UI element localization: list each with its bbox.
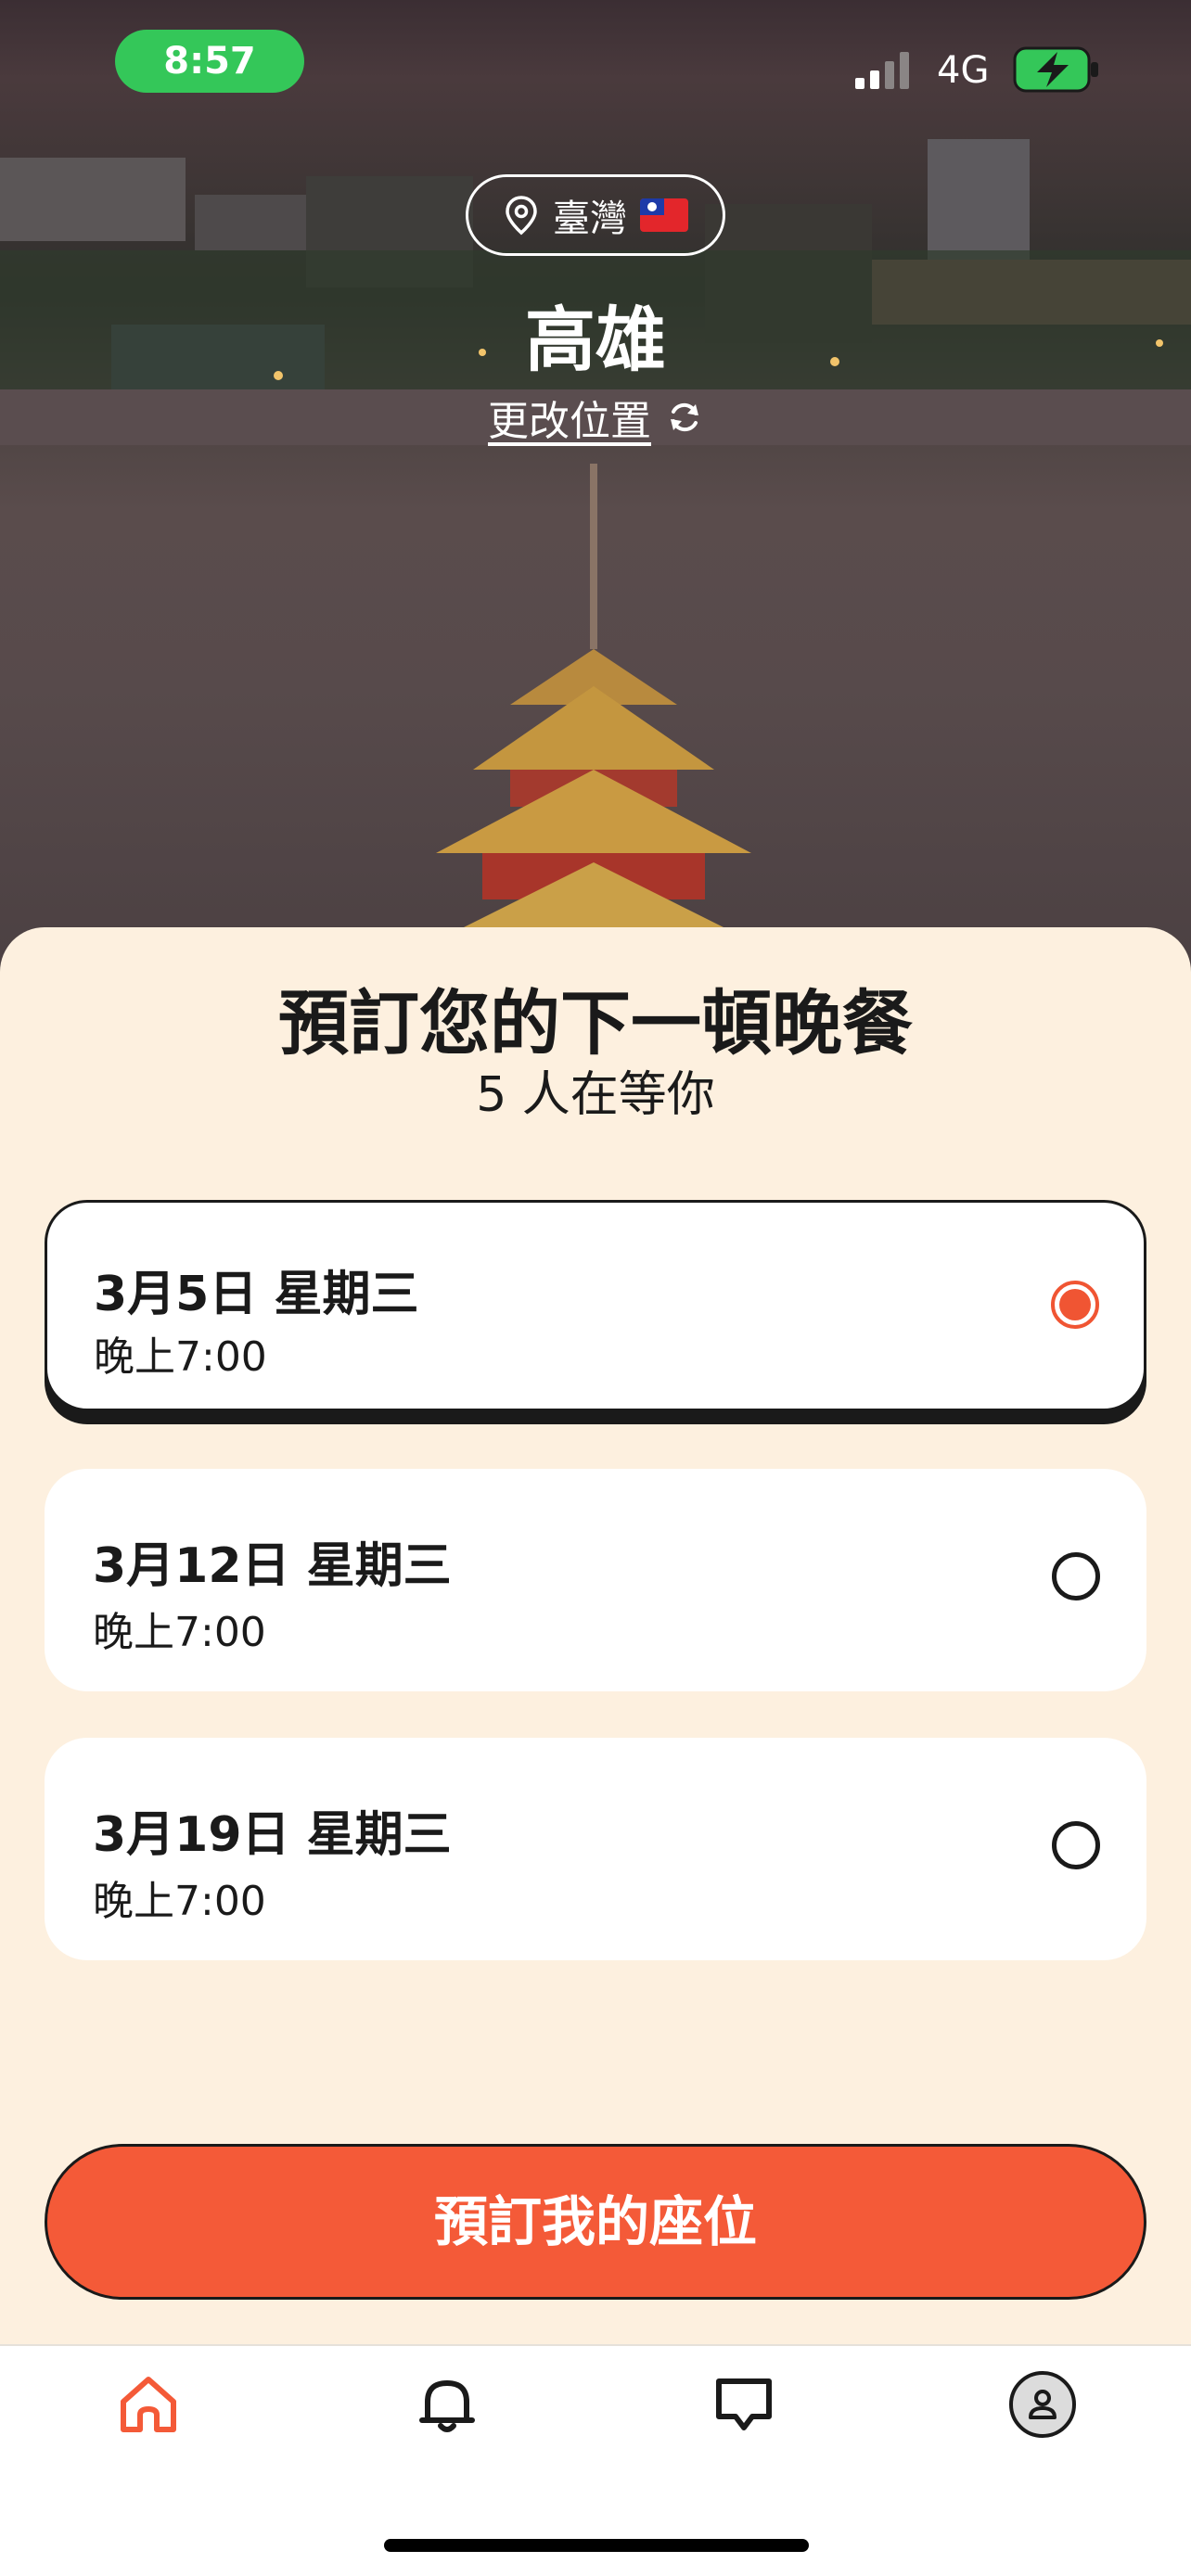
option-time: 晚上7:00 [93,1609,266,1656]
country-label: 臺灣 [553,198,627,240]
date-option[interactable]: 3月19日 星期三 晚上7:00 [45,1738,1146,1960]
change-location-label: 更改位置 [488,398,651,445]
waiting-count: 5 人在等你 [476,1067,715,1123]
location-pin-icon [506,196,537,236]
home-icon [121,2377,176,2432]
taiwan-flag-icon [640,198,688,232]
date-option[interactable]: 3月12日 星期三 晚上7:00 [45,1469,1146,1691]
radio-unselected[interactable] [1052,1552,1100,1600]
option-date: 3月5日 星期三 [94,1267,419,1322]
option-date: 3月19日 星期三 [93,1807,452,1863]
profile-icon [1009,2371,1076,2438]
change-location-link[interactable]: 更改位置 [0,388,1191,447]
status-time: 8:57 [115,30,304,93]
tab-messages[interactable] [688,2363,800,2446]
tab-home[interactable] [93,2363,204,2446]
book-seat-button[interactable]: 預訂我的座位 [45,2144,1146,2300]
radio-selected[interactable] [1051,1281,1099,1329]
radio-dot [1059,1289,1091,1320]
hero-background: 8:57 4G 臺灣 高雄 更改位置 [0,0,1191,983]
option-date: 3月12日 星期三 [93,1538,452,1594]
pagoda-image [390,464,798,983]
sheet-title: 預訂您的下一頓晚餐 [278,982,913,1065]
refresh-icon [671,402,698,432]
app-screen: 8:57 4G 臺灣 高雄 更改位置 預訂您的下一頓晚餐 5 人在等你 3月5日… [0,0,1191,2576]
date-option[interactable]: 3月5日 星期三 晚上7:00 [45,1200,1146,1411]
tab-notifications[interactable] [391,2363,503,2446]
tab-profile[interactable] [987,2363,1098,2446]
battery-charging-icon [1013,46,1098,93]
bell-icon [419,2380,475,2432]
signal-icon [855,52,909,89]
option-time: 晚上7:00 [93,1878,266,1925]
network-type: 4G [937,49,990,92]
option-time: 晚上7:00 [94,1333,267,1381]
chat-icon [716,2378,772,2430]
radio-unselected[interactable] [1052,1821,1100,1869]
country-selector[interactable]: 臺灣 [466,174,725,256]
home-indicator [384,2539,809,2552]
city-title: 高雄 [525,299,666,381]
